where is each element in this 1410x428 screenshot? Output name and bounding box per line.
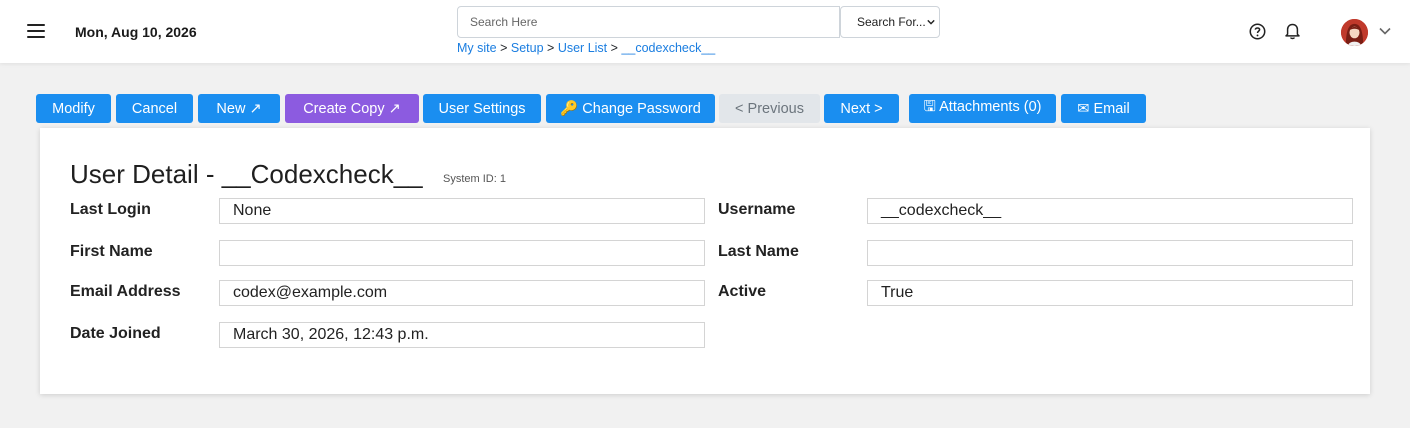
search-for-select-value: Search For... bbox=[857, 15, 926, 29]
username-label: Username bbox=[718, 201, 796, 218]
active-label: Active bbox=[718, 283, 767, 300]
system-id: System ID: 1 bbox=[443, 173, 506, 185]
new-button[interactable]: New ↗ bbox=[198, 94, 280, 123]
current-date: Mon, Aug 10, 2026 bbox=[75, 24, 197, 40]
username-field: __codexcheck__ bbox=[867, 198, 1353, 224]
hamburger-menu-icon[interactable] bbox=[27, 24, 45, 38]
breadcrumb-user-list[interactable]: User List bbox=[558, 41, 607, 55]
chevron-down-icon bbox=[927, 19, 935, 25]
change-password-button[interactable]: 🔑 Change Password bbox=[546, 94, 715, 123]
top-bar: Mon, Aug 10, 2026 Search For... My site … bbox=[0, 0, 1410, 63]
cancel-button[interactable]: Cancel bbox=[116, 94, 193, 123]
search-for-select[interactable]: Search For... bbox=[840, 6, 940, 38]
email-address-field: codex@example.com bbox=[219, 280, 705, 306]
next-button[interactable]: Next > bbox=[824, 94, 899, 123]
breadcrumb-setup[interactable]: Setup bbox=[511, 41, 544, 55]
active-field: True bbox=[867, 280, 1353, 306]
user-avatar[interactable] bbox=[1341, 19, 1368, 46]
modify-button[interactable]: Modify bbox=[36, 94, 111, 123]
last-name-label: Last Name bbox=[718, 243, 799, 260]
breadcrumb-current-user[interactable]: __codexcheck__ bbox=[621, 41, 715, 55]
user-settings-button[interactable]: User Settings bbox=[423, 94, 541, 123]
create-copy-button[interactable]: Create Copy ↗ bbox=[285, 94, 419, 123]
breadcrumb: My site > Setup > User List > __codexche… bbox=[457, 41, 715, 55]
search-input[interactable] bbox=[457, 6, 840, 38]
first-name-label: First Name bbox=[70, 243, 153, 260]
bell-icon[interactable] bbox=[1284, 22, 1301, 40]
previous-button[interactable]: < Previous bbox=[719, 94, 820, 123]
last-login-field: None bbox=[219, 198, 705, 224]
page-title: User Detail - __Codexcheck__ bbox=[70, 159, 423, 189]
email-address-label: Email Address bbox=[70, 283, 181, 300]
email-button[interactable]: ✉ Email bbox=[1061, 94, 1146, 123]
date-joined-field: March 30, 2026, 12:43 p.m. bbox=[219, 322, 705, 348]
breadcrumb-separator: > bbox=[610, 41, 618, 55]
help-circle-icon[interactable] bbox=[1249, 23, 1266, 40]
date-joined-label: Date Joined bbox=[70, 325, 161, 342]
last-name-field bbox=[867, 240, 1353, 266]
breadcrumb-separator: > bbox=[547, 41, 555, 55]
first-name-field bbox=[219, 240, 705, 266]
breadcrumb-my-site[interactable]: My site bbox=[457, 41, 497, 55]
attachments-button[interactable]: 🖫 Attachments (0) bbox=[909, 94, 1056, 123]
user-menu-chevron-down-icon[interactable] bbox=[1379, 27, 1391, 35]
last-login-label: Last Login bbox=[70, 201, 151, 218]
breadcrumb-separator: > bbox=[500, 41, 508, 55]
